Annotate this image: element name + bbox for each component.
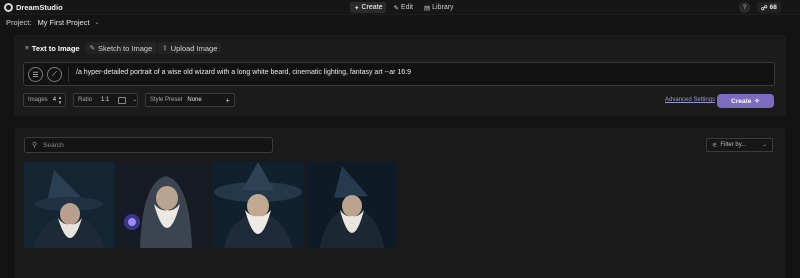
chevron-down-icon[interactable]: ⌄	[95, 19, 100, 26]
chevron-down-icon: ⌄	[762, 142, 767, 148]
tab-upload-image[interactable]: ⇪ Upload Image	[158, 42, 222, 54]
tab-text-to-image-label: Text to Image	[31, 43, 80, 53]
mode-tabs: ≡ Text to Image ✎ Sketch to Image ⇪ Uplo…	[21, 42, 222, 54]
project-selector[interactable]: My First Project	[37, 18, 89, 27]
text-lines-icon: ≡	[25, 44, 29, 52]
divider	[68, 67, 69, 82]
filter-icon: ⚟	[712, 142, 718, 149]
search-placeholder: Search	[43, 141, 64, 149]
brand[interactable]: DreamStudio	[4, 2, 63, 13]
gallery-image[interactable]	[118, 162, 209, 248]
gallery-image[interactable]	[212, 162, 303, 248]
ratio-label: Ratio	[78, 97, 93, 103]
wizard-image-3	[212, 162, 303, 248]
nav-edit[interactable]: ✎ Edit	[389, 2, 417, 13]
dreamstudio-logo-icon	[4, 3, 13, 12]
create-button[interactable]: Create ✧	[717, 94, 774, 108]
app-name: DreamStudio	[16, 3, 63, 12]
plus-icon[interactable]: +	[225, 96, 230, 105]
prompt-options-button[interactable]: ☰	[28, 67, 43, 82]
library-icon: ▤	[423, 4, 431, 12]
pencil-icon: ✎	[89, 45, 96, 52]
wizard-image-1	[24, 162, 115, 248]
search-field[interactable]: ⚲ Search	[24, 137, 273, 153]
search-icon: ⚲	[32, 142, 38, 149]
gallery-image[interactable]	[24, 162, 115, 248]
images-label: Images	[28, 97, 48, 103]
credits-icon: ☍	[761, 4, 768, 12]
style-preset-label: Style Preset	[150, 97, 183, 103]
tab-sketch-to-image-label: Sketch to Image	[98, 43, 153, 53]
prompt-box[interactable]: ☰ ⟋ /a hyper-detailed portrait of a wise…	[23, 62, 775, 86]
credits-count: 68	[769, 4, 777, 11]
list-settings-icon: ☰	[32, 71, 39, 79]
sparkle-icon: ✧	[754, 98, 760, 105]
ratio-control[interactable]: Ratio 1:1 ⌄	[73, 93, 138, 107]
nav-library-label: Library	[432, 4, 454, 11]
top-bar: DreamStudio ✦ Create ✎ Edit ▤ Library ? …	[0, 0, 800, 15]
style-preset-value: None	[187, 97, 202, 103]
credits-badge[interactable]: ☍ 68	[757, 2, 781, 13]
magic-prompt-button[interactable]: ⟋	[47, 67, 62, 82]
filter-dropdown[interactable]: ⚟ Filter by... ⌄	[706, 138, 773, 152]
advanced-settings-link[interactable]: Advanced Settings	[665, 97, 715, 103]
gallery-image[interactable]	[306, 162, 397, 248]
nav-library[interactable]: ▤ Library	[420, 2, 458, 13]
nav-edit-label: Edit	[400, 4, 413, 11]
tab-sketch-to-image[interactable]: ✎ Sketch to Image	[85, 42, 157, 54]
sparkle-icon: ✦	[354, 4, 360, 12]
chevron-down-icon[interactable]: ⌄	[132, 97, 137, 103]
help-button[interactable]: ?	[739, 2, 750, 13]
stepper-icon[interactable]: ▲ ▼	[57, 95, 63, 105]
main-nav: ✦ Create ✎ Edit ▤ Library	[350, 2, 458, 13]
prompt-input[interactable]: /a hyper-detailed portrait of a wise old…	[76, 69, 411, 76]
magic-wand-icon: ⟋	[52, 70, 57, 78]
nav-create-label: Create	[361, 4, 383, 11]
nav-create[interactable]: ✦ Create	[350, 2, 387, 13]
ratio-value: 1:1	[101, 97, 110, 103]
project-bar: Project: My First Project ⌄	[0, 15, 800, 30]
pencil-icon: ✎	[393, 4, 399, 12]
wizard-image-2	[118, 162, 209, 248]
tab-upload-image-label: Upload Image	[170, 43, 218, 53]
upload-icon: ⇪	[162, 45, 168, 52]
tab-text-to-image[interactable]: ≡ Text to Image	[21, 42, 84, 54]
images-value: 4	[52, 97, 57, 103]
create-button-label: Create	[731, 97, 752, 105]
aspect-ratio-icon	[118, 96, 127, 104]
project-label: Project:	[6, 18, 32, 27]
filter-label: Filter by...	[720, 142, 747, 148]
wizard-image-4	[306, 162, 397, 248]
style-preset-control[interactable]: Style Preset None +	[145, 93, 235, 107]
images-count-control[interactable]: Images 4 ▲ ▼	[23, 93, 66, 107]
